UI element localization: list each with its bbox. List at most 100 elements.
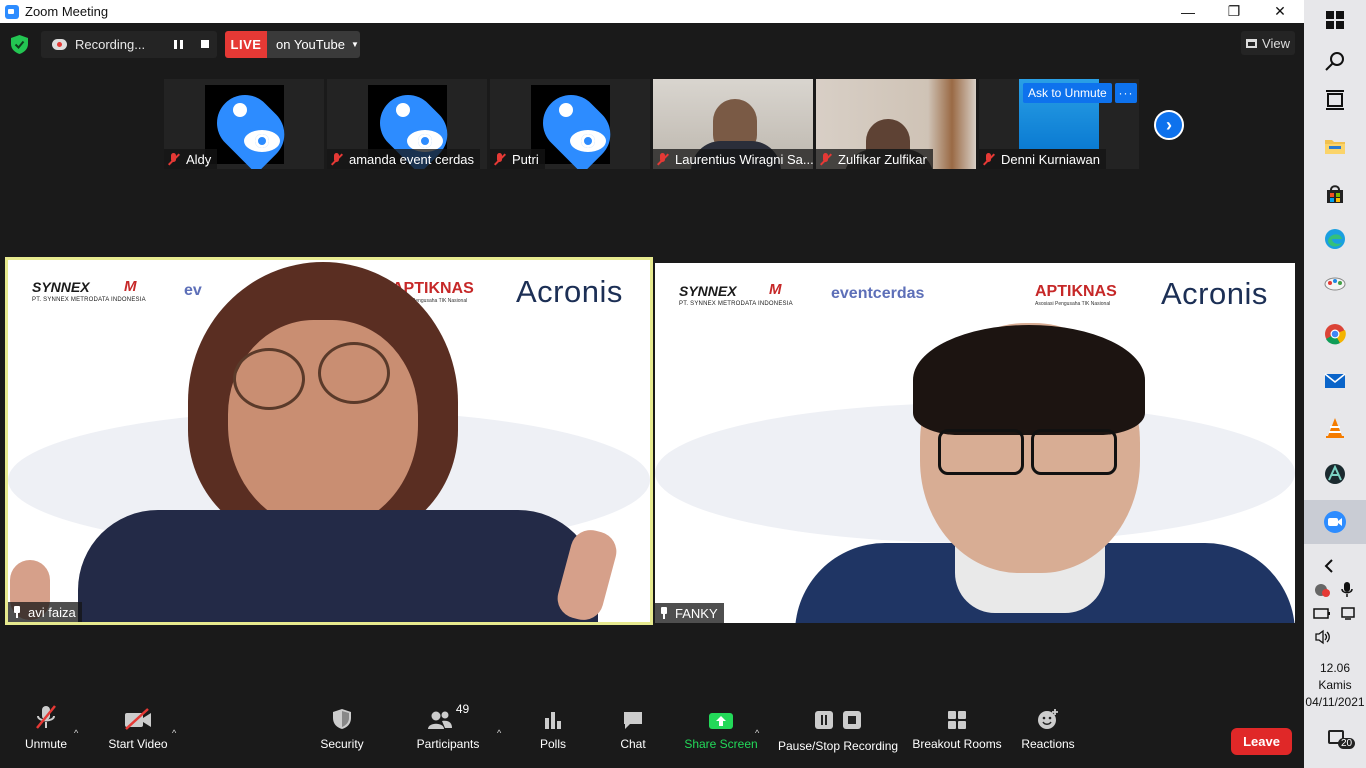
pin-icon	[659, 607, 669, 619]
pin-dot	[396, 103, 410, 117]
pin-dot	[233, 103, 247, 117]
participant-thumb[interactable]: Laurentius Wiragni Sa...	[653, 79, 813, 169]
breakout-rooms-button[interactable]: Breakout Rooms	[912, 700, 1002, 768]
network-icon[interactable]	[1340, 605, 1356, 621]
mic-muted-icon	[36, 705, 56, 729]
share-screen-label: Share Screen	[684, 737, 758, 751]
metrodata-logo: M	[124, 278, 137, 295]
participant-name-tag: Laurentius Wiragni Sa...	[653, 149, 813, 169]
glasses-right	[318, 342, 390, 404]
security-label: Security	[320, 737, 364, 751]
minimize-button[interactable]: —	[1165, 0, 1211, 23]
speaker-name: FANKY	[675, 605, 718, 621]
participant-name: Laurentius Wiragni Sa...	[675, 151, 813, 167]
encryption-shield-icon[interactable]	[11, 35, 28, 54]
participant-name: Zulfikar Zulfikar	[838, 151, 927, 167]
paint-icon[interactable]	[1323, 274, 1347, 298]
acronis-logo: Acronis	[1161, 276, 1268, 311]
view-button[interactable]: View	[1241, 31, 1295, 55]
participants-button[interactable]: 49 Participants	[414, 700, 482, 768]
windows-taskbar: 12.06 Kamis 04/11/2021 20	[1304, 0, 1366, 768]
chat-button[interactable]: Chat	[619, 700, 647, 768]
video-tile[interactable]: SYNNEX PT. SYNNEX METRODATA INDONESIA M …	[655, 263, 1295, 623]
participant-name-tag: Denni Kurniawan	[979, 149, 1107, 169]
start-video-button[interactable]: Start Video	[106, 700, 170, 768]
share-options-chevron-icon[interactable]: ^	[755, 728, 759, 738]
participant-thumb[interactable]: Ask to Unmute ··· Denni Kurniawan	[979, 79, 1139, 169]
recording-label: Recording...	[75, 37, 146, 52]
polls-button[interactable]: Polls	[538, 700, 568, 768]
windows-start-icon[interactable]	[1323, 8, 1347, 32]
unmute-label: Unmute	[24, 737, 68, 751]
ask-to-unmute-button[interactable]: Ask to Unmute	[1023, 83, 1112, 103]
speaker-hair	[913, 325, 1145, 435]
system-clock[interactable]: 12.06 Kamis 04/11/2021	[1304, 660, 1366, 711]
audio-options-chevron-icon[interactable]: ^	[74, 728, 78, 738]
notification-count-badge: 20	[1338, 738, 1356, 749]
start-video-label: Start Video	[108, 737, 168, 751]
acronis-logo: Acronis	[516, 274, 623, 309]
mic-muted-icon	[820, 153, 832, 165]
eventcerdas-logo: eventcerdas	[831, 285, 925, 302]
live-target[interactable]: on YouTube ▼	[267, 31, 360, 58]
clock-date: 04/11/2021	[1305, 695, 1365, 709]
next-page-button[interactable]: ›	[1154, 110, 1184, 140]
meeting-area: Recording... LIVE on YouTube ▼ View Aldy	[0, 23, 1304, 768]
live-stream-indicator[interactable]: LIVE on YouTube ▼	[225, 31, 360, 58]
battery-icon[interactable]	[1313, 606, 1331, 620]
chrome-browser-icon[interactable]	[1323, 322, 1347, 346]
mail-icon[interactable]	[1323, 369, 1347, 393]
speaker-name-tag: avi faiza	[8, 602, 82, 622]
participants-label: Participants	[416, 737, 480, 751]
participant-thumb[interactable]: Zulfikar Zulfikar	[816, 79, 976, 169]
polls-label: Polls	[539, 737, 566, 751]
participant-name-tag: Aldy	[164, 149, 218, 169]
security-button[interactable]: Security	[318, 700, 366, 768]
participant-name-tag: Zulfikar Zulfikar	[816, 149, 933, 169]
mic-muted-icon	[331, 153, 343, 165]
reactions-button[interactable]: Reactions	[1020, 700, 1076, 768]
close-button[interactable]: ✕	[1257, 0, 1303, 23]
zoom-icon[interactable]	[1323, 510, 1347, 534]
cloud-recording-icon	[52, 39, 67, 50]
participant-thumb[interactable]: Putri	[490, 79, 650, 169]
store-icon[interactable]	[1323, 182, 1347, 206]
unmute-button[interactable]: Unmute	[21, 700, 71, 768]
chevron-right-icon: ›	[1166, 114, 1172, 135]
participant-name: Denni Kurniawan	[1001, 151, 1101, 167]
share-screen-button[interactable]: Share Screen	[684, 700, 758, 768]
glasses-right	[1031, 429, 1117, 475]
participant-thumb[interactable]: Aldy	[164, 79, 324, 169]
glasses-left	[233, 348, 305, 410]
participant-name: amanda event cerdas	[349, 151, 475, 167]
stop-recording-icon[interactable]	[201, 40, 209, 48]
leave-button[interactable]: Leave	[1231, 728, 1292, 755]
volume-icon[interactable]	[1314, 629, 1332, 645]
task-view-icon[interactable]	[1323, 88, 1347, 112]
pin-dot	[559, 103, 573, 117]
chevron-left-icon[interactable]	[1318, 554, 1342, 578]
chat-icon	[624, 712, 642, 729]
video-options-chevron-icon[interactable]: ^	[172, 728, 176, 738]
edge-browser-icon[interactable]	[1323, 227, 1347, 251]
more-options-button[interactable]: ···	[1115, 83, 1137, 103]
pause-recording-icon[interactable]	[174, 40, 183, 49]
microphone-icon[interactable]	[1340, 581, 1354, 598]
mic-muted-icon	[494, 153, 506, 165]
speaker-name: avi faiza	[28, 604, 76, 620]
aptiknas-text: APTIKNAS	[1035, 283, 1117, 300]
app-icon[interactable]	[1323, 462, 1347, 486]
search-icon[interactable]	[1323, 50, 1347, 74]
file-explorer-icon[interactable]	[1323, 134, 1347, 158]
participant-name-tag: Putri	[490, 149, 545, 169]
participants-options-chevron-icon[interactable]: ^	[497, 728, 501, 738]
mic-muted-icon	[983, 153, 995, 165]
pause-stop-recording-button[interactable]: Pause/Stop Recording	[778, 700, 898, 768]
view-grid-icon	[1246, 38, 1258, 48]
speaker-name-tag: FANKY	[655, 603, 724, 623]
restore-button[interactable]: ❐	[1211, 0, 1257, 23]
video-tile[interactable]: SYNNEX PT. SYNNEX METRODATA INDONESIA M …	[5, 257, 653, 625]
tray-zoom-icon[interactable]	[1313, 582, 1333, 598]
vlc-icon[interactable]	[1323, 416, 1347, 440]
participant-thumb[interactable]: amanda event cerdas	[327, 79, 487, 169]
